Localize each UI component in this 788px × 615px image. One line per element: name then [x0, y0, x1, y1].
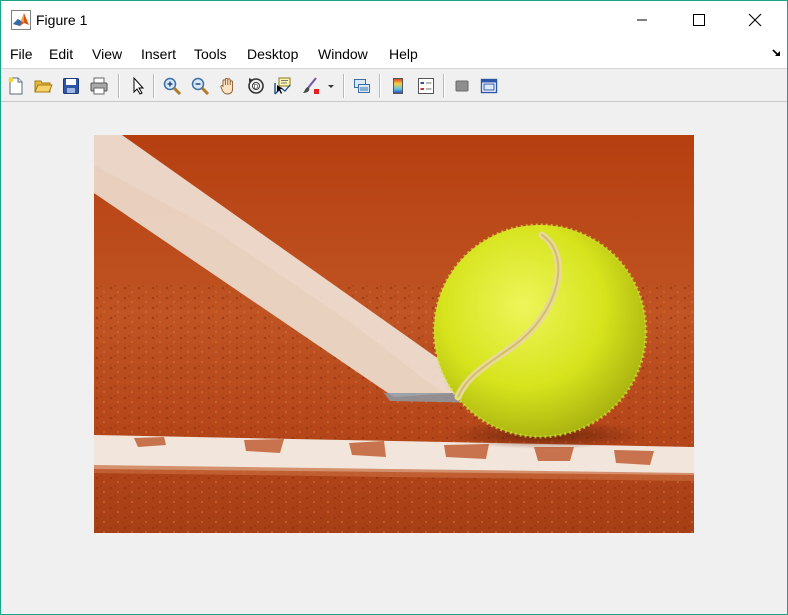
show-plot-tools-icon [480, 78, 498, 94]
brush-dropdown-button[interactable] [325, 74, 337, 98]
zoom-out-button[interactable] [188, 74, 212, 98]
title-bar[interactable]: Figure 1 [1, 1, 787, 39]
zoom-in-icon [163, 77, 182, 96]
tennis-ball-image[interactable] [94, 135, 694, 533]
open-file-icon [34, 80, 53, 93]
close-button[interactable] [732, 1, 778, 39]
menu-edit[interactable]: Edit [49, 46, 73, 62]
menu-insert[interactable]: Insert [141, 46, 176, 62]
print-figure-icon [90, 77, 108, 95]
menu-file[interactable]: File [10, 46, 33, 62]
menu-help[interactable]: Help [389, 46, 418, 62]
new-figure-button[interactable] [4, 74, 28, 98]
figure-window: Figure 1 File Edit View Insert Tools Des… [0, 0, 788, 615]
figure-toolbar: D [1, 70, 787, 102]
maximize-button[interactable] [676, 1, 722, 39]
toolbar-separator [379, 74, 380, 98]
data-cursor-icon [274, 77, 291, 95]
pan-icon [220, 77, 234, 95]
hide-plot-tools-icon [455, 80, 469, 92]
hide-plot-tools-button[interactable] [450, 74, 474, 98]
zoom-in-button[interactable] [160, 74, 184, 98]
menu-bar: File Edit View Insert Tools Desktop Wind… [1, 39, 787, 69]
link-plot-icon [354, 79, 370, 93]
insert-legend-button[interactable] [414, 74, 438, 98]
rotate-3d-icon: D [248, 78, 264, 94]
insert-colorbar-icon [393, 78, 403, 94]
menu-window[interactable]: Window [318, 46, 368, 62]
edit-plot-button[interactable] [126, 74, 150, 98]
edit-plot-icon [133, 76, 145, 95]
save-figure-icon [63, 78, 79, 94]
menu-desktop[interactable]: Desktop [247, 46, 298, 62]
toolbar-separator [343, 74, 344, 98]
window-title: Figure 1 [36, 12, 88, 28]
minimize-icon [637, 19, 647, 21]
insert-legend-icon [418, 78, 434, 94]
matlab-icon [11, 10, 31, 30]
brush-button[interactable] [299, 74, 323, 98]
show-plot-tools-button[interactable] [477, 74, 501, 98]
rotate-3d-button[interactable]: D [244, 74, 268, 98]
brush-dropdown-icon [328, 85, 334, 88]
link-plot-button[interactable] [350, 74, 374, 98]
toolbar-separator [153, 74, 154, 98]
zoom-out-icon [191, 77, 210, 96]
print-figure-button[interactable] [87, 74, 111, 98]
svg-text:D: D [254, 84, 259, 91]
pan-button[interactable] [216, 74, 240, 98]
menu-tools[interactable]: Tools [194, 46, 227, 62]
maximize-icon [693, 14, 705, 26]
figure-canvas[interactable] [1, 103, 787, 614]
dock-figure-icon[interactable] [771, 47, 783, 59]
toolbar-separator [118, 74, 119, 98]
close-icon [748, 13, 762, 27]
toolbar-separator [443, 74, 444, 98]
save-figure-button[interactable] [59, 74, 83, 98]
minimize-button[interactable] [619, 1, 665, 39]
brush-icon [303, 77, 319, 94]
insert-colorbar-button[interactable] [386, 74, 410, 98]
data-cursor-button[interactable] [271, 74, 295, 98]
menu-view[interactable]: View [92, 46, 122, 62]
new-figure-icon [8, 77, 23, 95]
open-file-button[interactable] [31, 74, 55, 98]
